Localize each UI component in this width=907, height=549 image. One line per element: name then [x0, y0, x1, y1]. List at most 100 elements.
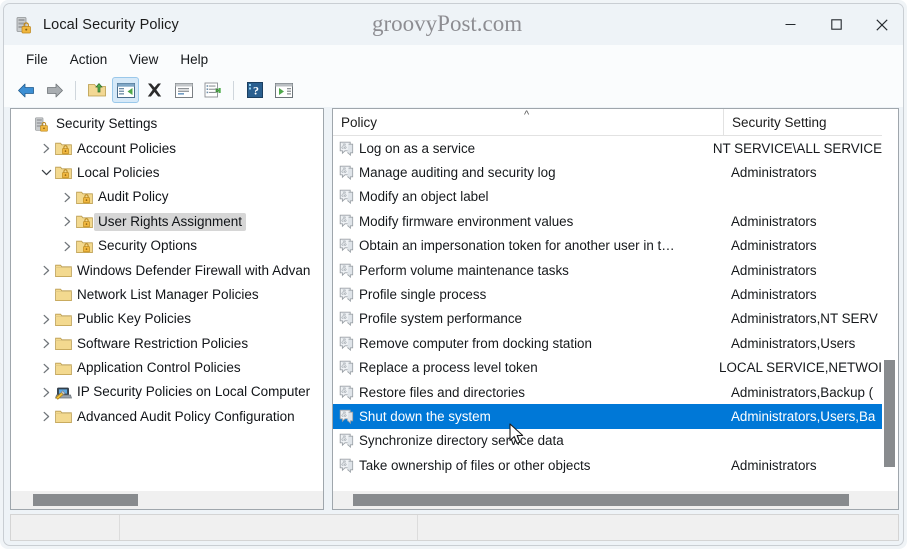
delete-icon[interactable]: [141, 77, 168, 103]
list-horizontal-scrollbar[interactable]: [333, 491, 898, 509]
policy-name: Profile single process: [359, 287, 487, 303]
close-button[interactable]: [859, 4, 903, 45]
properties-icon[interactable]: [170, 77, 197, 103]
table-row[interactable]: 10 010 Replace a process level token LOCAL …: [333, 356, 882, 380]
policy-setting-icon: 10 010: [339, 263, 354, 278]
svg-text:?: ?: [253, 84, 259, 98]
table-row[interactable]: 10 010 Synchronize directory service data: [333, 429, 882, 453]
policy-name: Perform volume maintenance tasks: [359, 262, 569, 278]
chevron-down-icon[interactable]: [38, 168, 55, 177]
help-icon[interactable]: ?: [241, 77, 268, 103]
toolbar-separator: [75, 80, 76, 100]
policy-setting-icon: 10 010: [339, 165, 354, 181]
list-vertical-scrollbar[interactable]: [882, 109, 898, 491]
security-setting-value: Administrators: [731, 287, 817, 303]
policy-list-pane[interactable]: Policy ^ Security Setting 10 010 Log on as…: [332, 108, 899, 510]
table-row[interactable]: 10 010 Obtain an impersonation token for a…: [333, 234, 882, 258]
svg-text:010: 010: [342, 170, 347, 174]
table-row[interactable]: 10 010 Shut down the system Administrators,…: [333, 404, 882, 429]
table-row[interactable]: 10 010 Log on as a service NT SERVICE\ALL S…: [333, 136, 882, 160]
toolbar: ?: [4, 73, 903, 107]
status-segment-1: [11, 515, 120, 540]
column-header-policy[interactable]: Policy ^: [333, 109, 723, 135]
tree-item-advanced-audit-policy-configuration[interactable]: Advanced Audit Policy Configuration: [11, 405, 323, 429]
chevron-right-icon[interactable]: [59, 216, 76, 227]
chevron-right-icon[interactable]: [38, 265, 55, 276]
chevron-right-icon[interactable]: [38, 387, 55, 398]
policy-name: Modify an object label: [359, 189, 489, 205]
table-row[interactable]: 10 010 Remove computer from docking statio…: [333, 331, 882, 355]
title-bar[interactable]: Local Security Policy groovyPost.com: [4, 4, 903, 45]
table-row[interactable]: 10 010 Modify firmware environment values A…: [333, 209, 882, 233]
chevron-right-icon[interactable]: [38, 314, 55, 325]
tree-item-ip-security-policies-on-local-computer[interactable]: IP Security Policies on Local Computer: [11, 380, 323, 404]
tree-item-windows-defender-firewall-with-advan[interactable]: Windows Defender Firewall with Advan: [11, 258, 323, 282]
chevron-right-icon[interactable]: [38, 411, 55, 422]
tree-item-security-options[interactable]: Security Options: [11, 234, 323, 258]
tree-item-label: User Rights Assignment: [94, 212, 247, 231]
policy-name: Obtain an impersonation token for anothe…: [359, 238, 675, 254]
folder-icon: [55, 336, 72, 351]
menu-view[interactable]: View: [118, 49, 169, 70]
forward-icon[interactable]: [41, 77, 68, 103]
tree-item-audit-policy[interactable]: Audit Policy: [11, 185, 323, 209]
chevron-right-icon[interactable]: [38, 143, 55, 154]
menu-help[interactable]: Help: [169, 49, 219, 70]
tree-item-label: Software Restriction Policies: [77, 335, 249, 351]
export-list-icon[interactable]: [199, 77, 226, 103]
maximize-button[interactable]: [813, 4, 859, 45]
folder-icon: [55, 312, 72, 327]
policy-setting-icon: 10 010: [339, 433, 354, 449]
tree-item-security-settings[interactable]: Security Settings: [11, 112, 323, 136]
list-vscroll-thumb[interactable]: [884, 360, 895, 467]
tree-item-public-key-policies[interactable]: Public Key Policies: [11, 307, 323, 331]
content-area: Security Settings Account Policies Local P…: [10, 108, 899, 510]
folder-lock-icon: [55, 165, 72, 180]
minimize-button[interactable]: [767, 4, 813, 45]
table-row[interactable]: 10 010 Manage auditing and security log Adm…: [333, 160, 882, 184]
table-row[interactable]: 10 010 Profile single process Administrator…: [333, 282, 882, 306]
tree-horizontal-scrollbar[interactable]: [11, 491, 323, 509]
tree-item-label: IP Security Policies on Local Computer: [77, 384, 311, 400]
back-icon[interactable]: [12, 77, 39, 103]
table-row[interactable]: 10 010 Restore files and directories Admini…: [333, 380, 882, 404]
application-window: Local Security Policy groovyPost.com Fil…: [0, 0, 907, 549]
tree-hscroll-thumb[interactable]: [33, 494, 138, 506]
tree-list: Security Settings Account Policies Local P…: [11, 112, 323, 429]
policy-setting-icon: 10 010: [339, 360, 354, 376]
menu-action[interactable]: Action: [59, 49, 119, 70]
security-setting-value: Administrators,Users,Ba: [731, 408, 876, 424]
svg-text:010: 010: [342, 218, 347, 222]
table-row[interactable]: 10 010 Modify an object label: [333, 185, 882, 209]
console-tree-pane[interactable]: Security Settings Account Policies Local P…: [10, 108, 324, 510]
policy-setting-icon: 10 010: [339, 336, 354, 351]
column-header-security-setting[interactable]: Security Setting: [723, 109, 898, 135]
tree-item-software-restriction-policies[interactable]: Software Restriction Policies: [11, 332, 323, 356]
table-row[interactable]: 10 010 Perform volume maintenance tasks Adm…: [333, 258, 882, 282]
tree-item-application-control-policies[interactable]: Application Control Policies: [11, 356, 323, 380]
window-inner: Local Security Policy groovyPost.com Fil…: [3, 3, 904, 546]
chevron-right-icon[interactable]: [38, 338, 55, 349]
table-row[interactable]: 10 010 Take ownership of files or other ob…: [333, 453, 882, 477]
tree-item-local-policies[interactable]: Local Policies: [11, 161, 323, 185]
menu-file[interactable]: File: [15, 49, 59, 70]
tree-item-account-policies[interactable]: Account Policies: [11, 136, 323, 160]
table-row[interactable]: 10 010 Profile system performance Administr…: [333, 307, 882, 331]
tree-item-network-list-manager-policies[interactable]: Network List Manager Policies: [11, 283, 323, 307]
list-hscroll-thumb[interactable]: [353, 494, 849, 506]
tree-item-user-rights-assignment[interactable]: User Rights Assignment: [11, 210, 323, 234]
policy-name: Profile system performance: [359, 311, 522, 327]
status-segment-3: [418, 515, 898, 540]
chevron-right-icon[interactable]: [59, 192, 76, 203]
security-setting-value: NT SERVICE\ALL SERVICE: [712, 140, 882, 156]
folder-lock-icon: [76, 190, 93, 205]
chevron-right-icon[interactable]: [38, 363, 55, 374]
column-header-setting-label: Security Setting: [732, 114, 827, 130]
svg-text:010: 010: [342, 316, 347, 320]
show-hide-console-tree-icon[interactable]: [112, 77, 139, 103]
policy-name: Take ownership of files or other objects: [359, 457, 591, 473]
up-one-level-icon[interactable]: [83, 77, 110, 103]
chevron-right-icon[interactable]: [59, 241, 76, 252]
sort-ascending-icon: ^: [524, 109, 530, 121]
show-action-pane-icon[interactable]: [270, 77, 297, 103]
